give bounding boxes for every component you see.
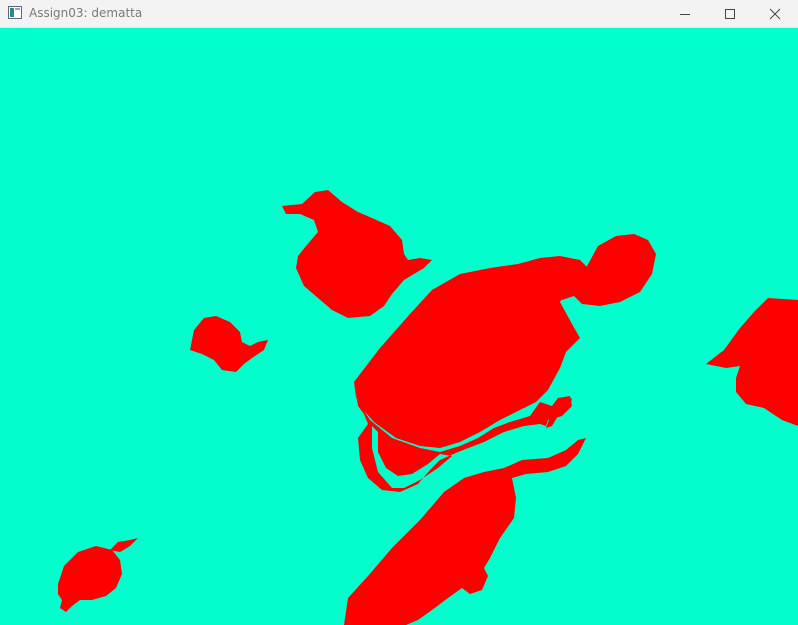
minimize-icon [680, 13, 690, 15]
maximize-icon [725, 8, 735, 19]
close-icon [769, 8, 781, 19]
minimize-button[interactable] [662, 0, 708, 27]
render-viewport[interactable] [0, 28, 798, 625]
window-title: Assign03: dematta [29, 6, 143, 20]
app-window-icon [8, 6, 22, 19]
maximize-button[interactable] [707, 0, 753, 27]
close-button[interactable] [752, 0, 798, 27]
app-window: Assign03: dematta [0, 0, 798, 625]
title-bar[interactable]: Assign03: dematta [0, 0, 798, 28]
scene-canvas [0, 28, 798, 625]
